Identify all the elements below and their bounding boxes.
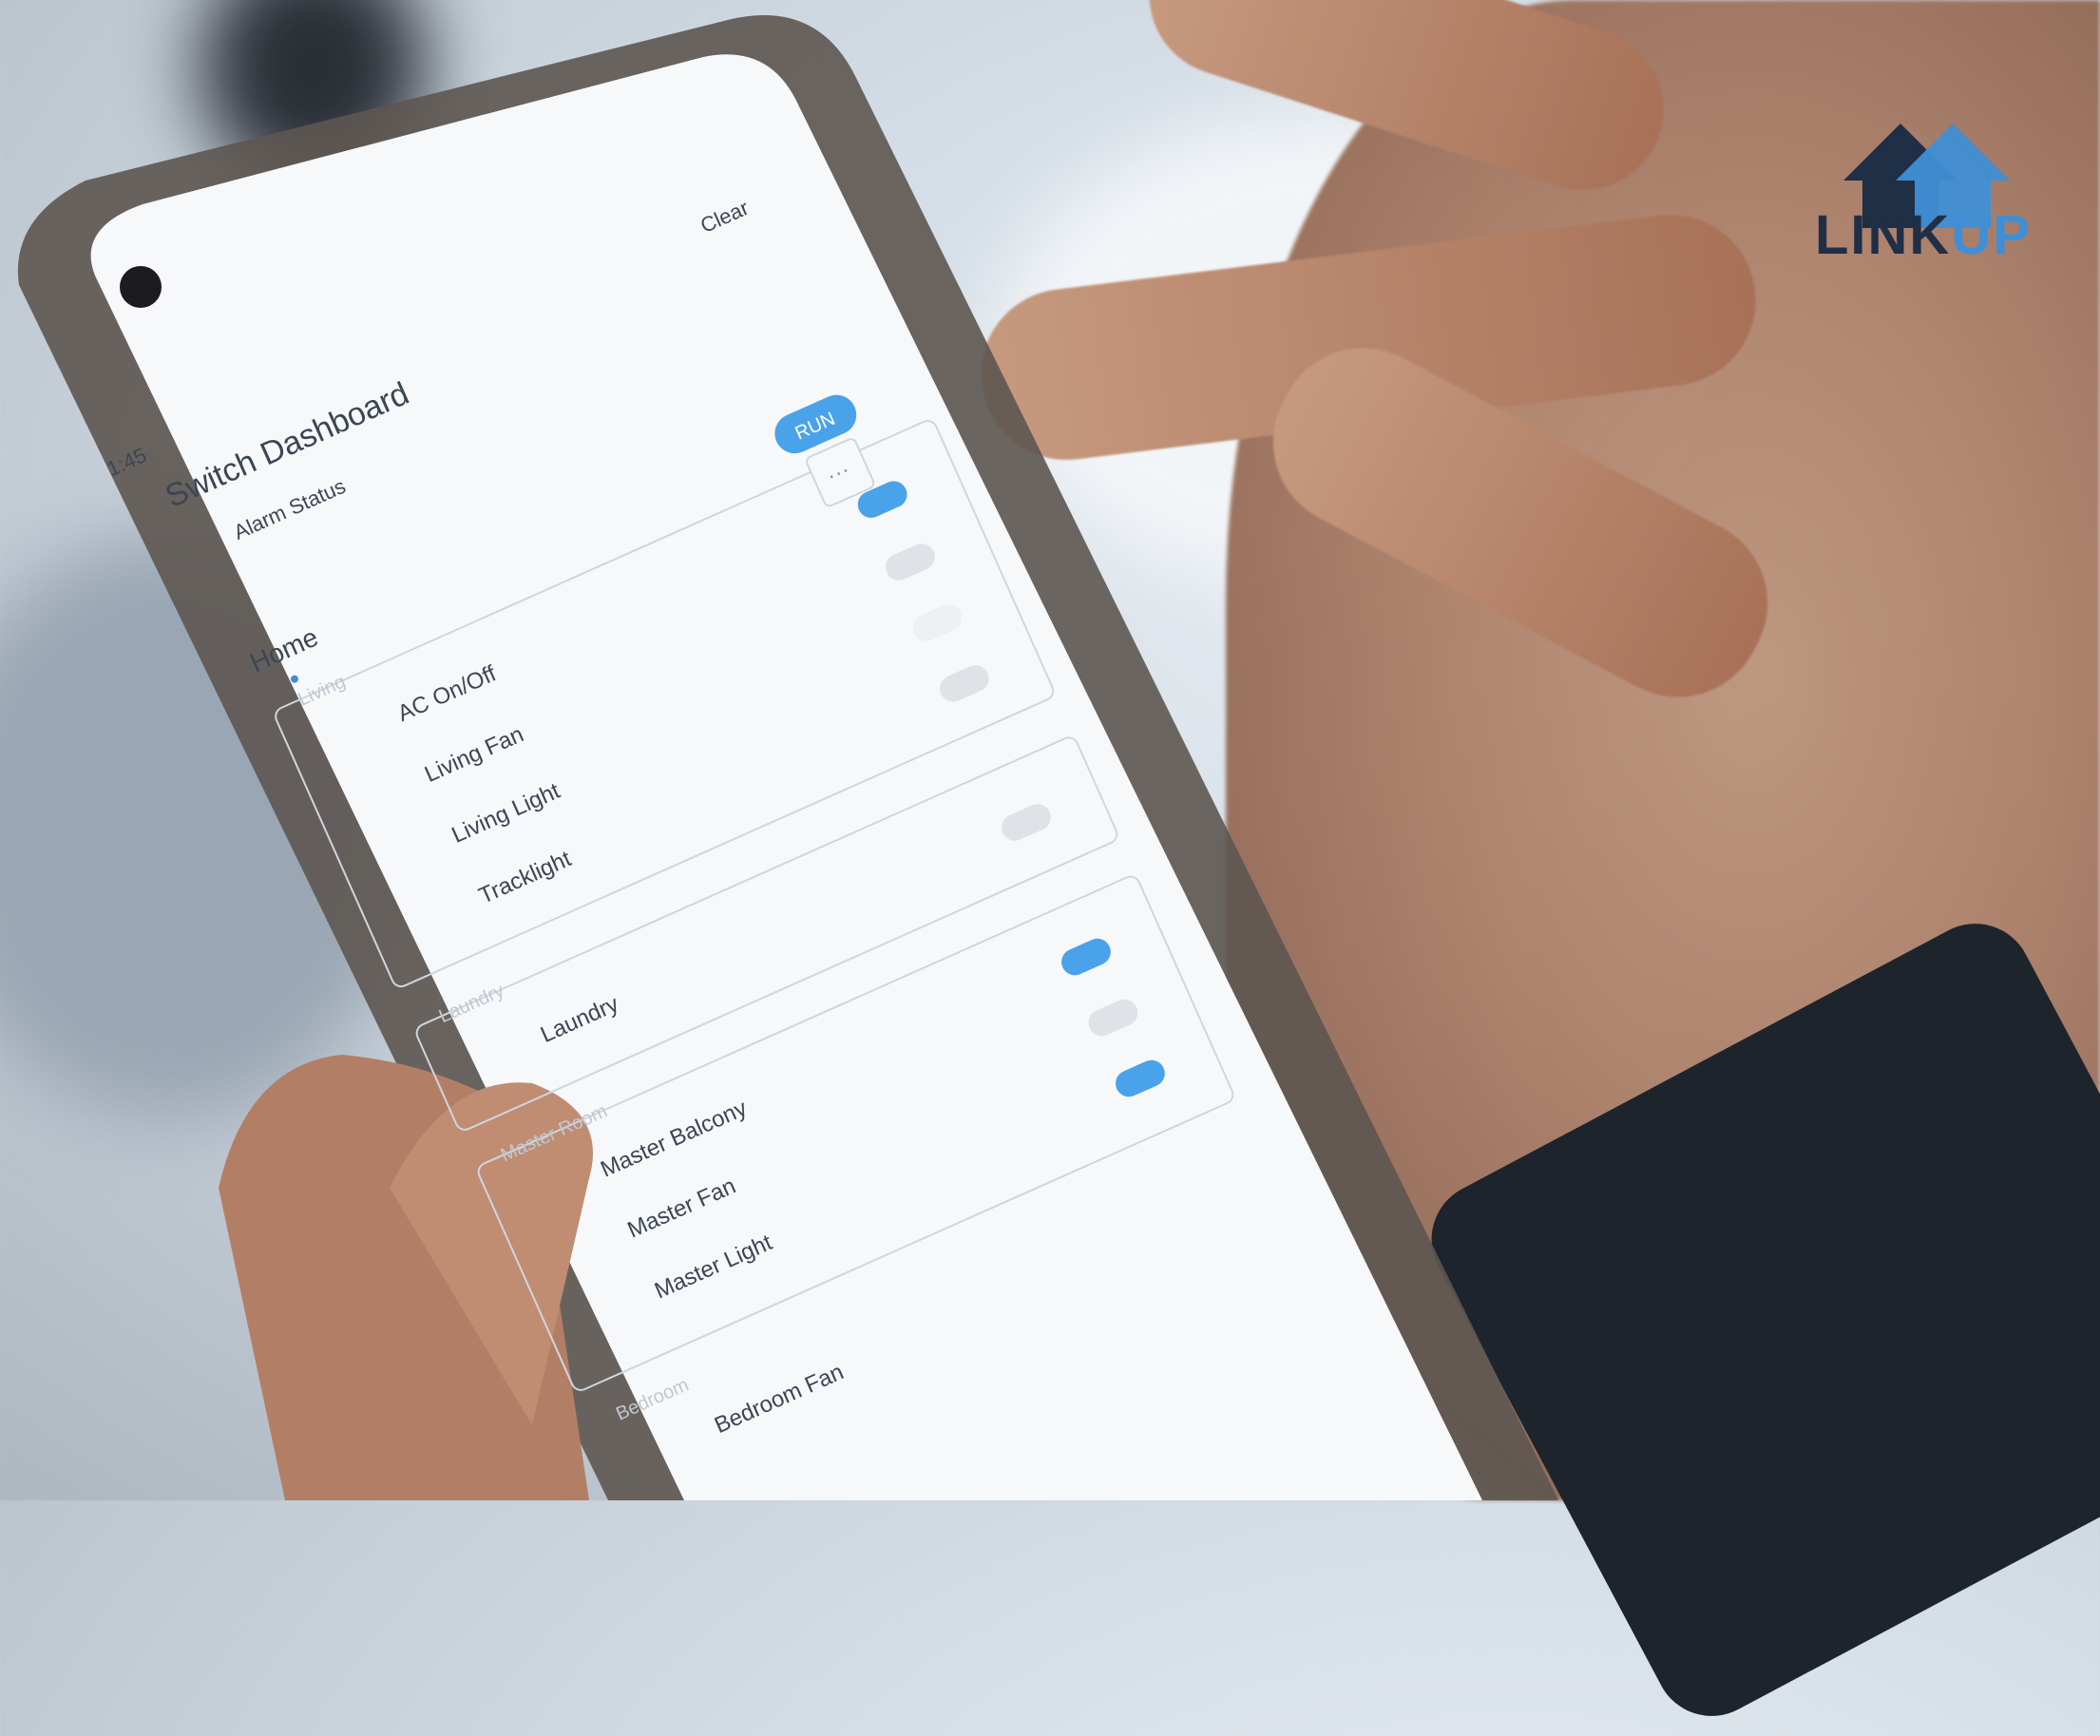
brand-word-link: LINK xyxy=(1815,204,1952,266)
phone: 1:45 Switch Dashboard Alarm Status Clear… xyxy=(17,15,1558,1500)
brand-logo-text: LINKUP xyxy=(1815,203,2032,267)
front-camera xyxy=(120,266,162,308)
brand-word-up: UP xyxy=(1951,204,2032,266)
